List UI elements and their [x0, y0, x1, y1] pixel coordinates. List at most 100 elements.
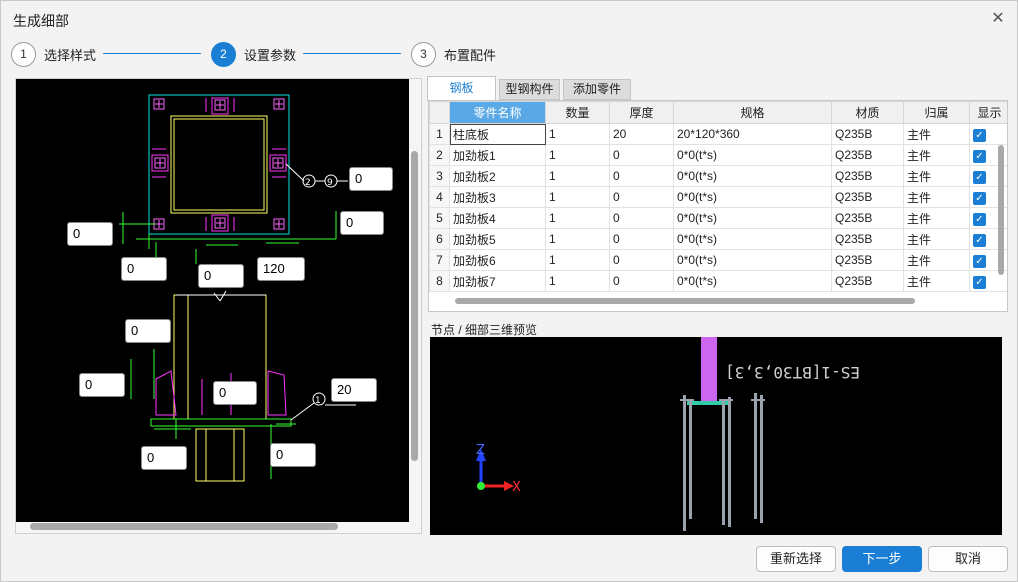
param-input[interactable]: 120	[257, 257, 305, 281]
spec-cell[interactable]: 0*0(t*s)	[673, 144, 832, 166]
table-row[interactable]: 5 加劲板4 1 0 0*0(t*s) Q235B 主件 ✓	[429, 207, 1007, 229]
cad-vertical-scrollbar[interactable]	[410, 81, 419, 521]
col-header-name[interactable]: 零件名称	[449, 101, 546, 124]
reselect-button[interactable]: 重新选择	[756, 546, 836, 572]
part-name-cell[interactable]: 柱底板	[449, 123, 546, 145]
owner-cell[interactable]: 主件	[903, 186, 970, 208]
part-name-cell[interactable]: 加劲板6	[449, 249, 546, 271]
show-checkbox[interactable]: ✓	[973, 128, 986, 142]
material-cell[interactable]: Q235B	[831, 186, 904, 208]
thickness-cell[interactable]: 0	[609, 207, 674, 229]
part-name-cell[interactable]: 加劲板7	[449, 270, 546, 292]
owner-cell[interactable]: 主件	[903, 228, 970, 250]
quantity-cell[interactable]: 1	[545, 270, 610, 292]
col-header-thickness[interactable]: 厚度	[609, 101, 674, 124]
part-name-cell[interactable]: 加劲板1	[449, 144, 546, 166]
show-checkbox[interactable]: ✓	[973, 149, 986, 163]
col-header-quantity[interactable]: 数量	[545, 101, 610, 124]
spec-cell[interactable]: 20*120*360	[673, 123, 832, 145]
material-cell[interactable]: Q235B	[831, 270, 904, 292]
spec-cell[interactable]: 0*0(t*s)	[673, 186, 832, 208]
owner-cell[interactable]: 主件	[903, 144, 970, 166]
owner-cell[interactable]: 主件	[903, 249, 970, 271]
svg-text:9: 9	[327, 178, 333, 188]
show-checkbox[interactable]: ✓	[973, 275, 986, 289]
cad-horizontal-scrollbar[interactable]	[16, 522, 409, 531]
show-checkbox[interactable]: ✓	[973, 170, 986, 184]
col-header-show[interactable]: 显示	[969, 101, 1007, 124]
spec-cell[interactable]: 0*0(t*s)	[673, 249, 832, 271]
row-index: 4	[429, 186, 450, 208]
quantity-cell[interactable]: 1	[545, 186, 610, 208]
param-input[interactable]: 0	[270, 443, 316, 467]
param-input[interactable]: 0	[121, 257, 167, 281]
table-horizontal-scrollbar[interactable]	[435, 297, 995, 305]
table-row[interactable]: 2 加劲板1 1 0 0*0(t*s) Q235B 主件 ✓	[429, 144, 1007, 166]
material-cell[interactable]: Q235B	[831, 228, 904, 250]
row-index: 2	[429, 144, 450, 166]
thickness-cell[interactable]: 20	[609, 123, 674, 145]
show-checkbox[interactable]: ✓	[973, 233, 986, 247]
thickness-cell[interactable]: 0	[609, 228, 674, 250]
quantity-cell[interactable]: 1	[545, 228, 610, 250]
show-checkbox[interactable]: ✓	[973, 191, 986, 205]
col-header-material[interactable]: 材质	[831, 101, 904, 124]
table-row[interactable]: 4 加劲板3 1 0 0*0(t*s) Q235B 主件 ✓	[429, 186, 1007, 208]
spec-cell[interactable]: 0*0(t*s)	[673, 207, 832, 229]
next-button[interactable]: 下一步	[842, 546, 922, 572]
param-input[interactable]: 0	[349, 167, 393, 191]
material-cell[interactable]: Q235B	[831, 165, 904, 187]
material-cell[interactable]: Q235B	[831, 144, 904, 166]
part-name-cell[interactable]: 加劲板2	[449, 165, 546, 187]
thickness-cell[interactable]: 0	[609, 144, 674, 166]
param-input[interactable]: 0	[198, 264, 244, 288]
param-input[interactable]: 0	[125, 319, 171, 343]
cancel-button[interactable]: 取消	[928, 546, 1008, 572]
material-cell[interactable]: Q235B	[831, 207, 904, 229]
thickness-cell[interactable]: 0	[609, 249, 674, 271]
material-cell[interactable]: Q235B	[831, 249, 904, 271]
owner-cell[interactable]: 主件	[903, 123, 970, 145]
table-row[interactable]: 8 加劲板7 1 0 0*0(t*s) Q235B 主件 ✓	[429, 270, 1007, 292]
spec-cell[interactable]: 0*0(t*s)	[673, 165, 832, 187]
tab-steel-plate[interactable]: 钢板	[427, 76, 496, 101]
spec-cell[interactable]: 0*0(t*s)	[673, 270, 832, 292]
col-header-spec[interactable]: 规格	[673, 101, 832, 124]
part-name-cell[interactable]: 加劲板3	[449, 186, 546, 208]
param-input[interactable]: 0	[141, 446, 187, 470]
thickness-cell[interactable]: 0	[609, 165, 674, 187]
table-row[interactable]: 6 加劲板5 1 0 0*0(t*s) Q235B 主件 ✓	[429, 228, 1007, 250]
thickness-cell[interactable]: 0	[609, 186, 674, 208]
param-input[interactable]: 0	[213, 381, 257, 405]
quantity-cell[interactable]: 1	[545, 144, 610, 166]
tab-section-member[interactable]: 型钢构件	[499, 79, 560, 100]
quantity-cell[interactable]: 1	[545, 249, 610, 271]
param-input[interactable]: 0	[340, 211, 384, 235]
parts-table: 零件名称 数量 厚度 规格 材质 归属 显示 1 柱底板 1 20 20*120*360…	[429, 101, 1007, 292]
owner-cell[interactable]: 主件	[903, 270, 970, 292]
material-cell[interactable]: Q235B	[831, 123, 904, 145]
quantity-cell[interactable]: 1	[545, 123, 610, 145]
quantity-cell[interactable]: 1	[545, 207, 610, 229]
owner-cell[interactable]: 主件	[903, 165, 970, 187]
tab-add-part[interactable]: 添加零件	[563, 79, 631, 100]
thickness-cell[interactable]: 0	[609, 270, 674, 292]
col-header-owner[interactable]: 归属	[903, 101, 970, 124]
param-input[interactable]: 20	[331, 378, 377, 402]
table-row[interactable]: 1 柱底板 1 20 20*120*360 Q235B 主件 ✓	[429, 123, 1007, 145]
table-vertical-scrollbar[interactable]	[997, 125, 1005, 293]
step-2: 2 设置参数	[211, 41, 296, 67]
table-row[interactable]: 7 加劲板6 1 0 0*0(t*s) Q235B 主件 ✓	[429, 249, 1007, 271]
param-input[interactable]: 0	[67, 222, 113, 246]
close-icon[interactable]: ✕	[989, 10, 1007, 28]
quantity-cell[interactable]: 1	[545, 165, 610, 187]
table-row[interactable]: 3 加劲板2 1 0 0*0(t*s) Q235B 主件 ✓	[429, 165, 1007, 187]
owner-cell[interactable]: 主件	[903, 207, 970, 229]
show-checkbox[interactable]: ✓	[973, 254, 986, 268]
part-name-cell[interactable]: 加劲板5	[449, 228, 546, 250]
part-name-cell[interactable]: 加劲板4	[449, 207, 546, 229]
param-input[interactable]: 0	[79, 373, 125, 397]
show-checkbox[interactable]: ✓	[973, 212, 986, 226]
3d-preview-viewport[interactable]: ES-1[BT30,3,3] Z X	[430, 337, 1002, 535]
spec-cell[interactable]: 0*0(t*s)	[673, 228, 832, 250]
